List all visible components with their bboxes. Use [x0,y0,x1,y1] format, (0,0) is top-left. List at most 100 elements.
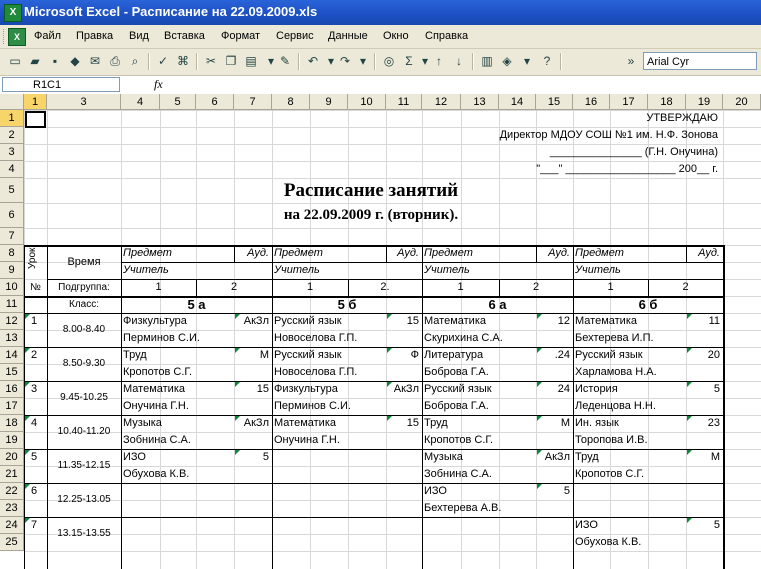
column-header[interactable]: 11 [386,94,422,110]
hyperlink-icon[interactable]: ◎ [380,52,398,70]
lesson-teacher: Обухова К.В. [575,536,642,548]
row-header[interactable]: 25 [0,534,24,551]
column-header[interactable]: 8 [272,94,310,110]
row-header[interactable]: 5 [0,178,24,203]
row-header[interactable]: 1 [0,110,24,127]
lesson-teacher [274,500,414,517]
column-header[interactable]: 17 [610,94,648,110]
column-header[interactable]: 1 [24,94,47,110]
print-icon[interactable]: ⎙ [106,52,124,70]
column-header[interactable]: 15 [536,94,573,110]
permission-icon[interactable]: ◆ [66,52,84,70]
column-header[interactable]: 19 [686,94,723,110]
column-header[interactable]: 10 [348,94,386,110]
format-painter-icon[interactable]: ✎ [276,52,294,70]
row-header[interactable]: 16 [0,381,24,398]
row-header[interactable]: 11 [0,296,24,313]
row-header[interactable]: 22 [0,483,24,500]
copy-icon[interactable]: ❐ [222,52,240,70]
undo-icon[interactable]: ↶ [304,52,322,70]
column-header[interactable]: 18 [648,94,686,110]
date-line: "___" __________________ 200__ г. [536,163,718,175]
column-header[interactable]: 4 [121,94,160,110]
lesson-room: М [560,417,570,429]
insert-function-icon[interactable]: fx [154,77,163,92]
row-header[interactable]: 18 [0,415,24,432]
email-icon[interactable]: ✉ [86,52,104,70]
column-header[interactable]: 7 [234,94,272,110]
menu-item[interactable]: Правка [76,30,113,42]
column-header[interactable]: 6 [196,94,234,110]
worksheet-grid[interactable]: 1 3 4 5 6 7 8 9 10 11 12 13 14 15 16 17 18 19 20 1 2 3 4 5 6 7 8 9 1… [0,94,761,569]
toolbar-separator [472,53,474,70]
paste-icon[interactable]: ▤ [242,52,260,70]
row-header[interactable]: 17 [0,398,24,415]
cut-icon[interactable]: ✂ [202,52,220,70]
lesson-room [332,449,419,466]
name-box[interactable]: R1C1 [2,77,120,92]
row-header[interactable]: 2 [0,127,24,144]
row-header[interactable]: 7 [0,228,24,245]
zoom-dropdown-icon[interactable]: ▾ [518,52,536,70]
menu-item[interactable]: Данные [328,30,368,42]
drawing-icon[interactable]: ◈ [498,52,516,70]
menu-item[interactable]: Файл [34,30,61,42]
new-document-icon[interactable]: ▭ [6,52,24,70]
column-header[interactable]: 13 [461,94,499,110]
row-header[interactable]: 4 [0,161,24,178]
font-name-box[interactable]: Arial Cyr [643,52,757,70]
chart-wizard-icon[interactable]: ▥ [478,52,496,70]
cell-comment-marker [25,382,30,387]
row-header[interactable]: 24 [0,517,24,534]
save-icon[interactable]: ▪ [46,52,64,70]
column-header[interactable]: 3 [47,94,121,110]
menu-item[interactable]: Справка [425,30,468,42]
row-header[interactable]: 13 [0,330,24,347]
row-header[interactable]: 6 [0,203,24,228]
help-icon[interactable]: ? [538,52,556,70]
row-header[interactable]: 21 [0,466,24,483]
column-header[interactable]: 5 [160,94,196,110]
column-header[interactable]: 16 [573,94,610,110]
row-header[interactable]: 15 [0,364,24,381]
row-header[interactable]: 9 [0,262,24,279]
lesson-room: М [259,349,269,361]
toolbar-options-icon[interactable]: » [622,52,640,70]
sort-descending-icon[interactable]: ↓ [450,52,468,70]
workbook-icon[interactable]: X [8,28,26,46]
row-header[interactable]: 12 [0,313,24,330]
row-header[interactable]: 19 [0,432,24,449]
menu-item[interactable]: Вставка [164,30,205,42]
row-header[interactable]: 23 [0,500,24,517]
row-header[interactable]: 14 [0,347,24,364]
column-header[interactable]: 9 [310,94,348,110]
schedule-title: Расписание занятий [283,180,459,201]
print-preview-icon[interactable]: ⌕ [126,52,144,70]
lesson-teacher [123,534,263,551]
open-folder-icon[interactable]: ▰ [26,52,44,70]
toolbar-grip[interactable] [3,29,7,44]
lesson-teacher: Перминов С.И. [123,332,200,344]
lesson-teacher: Боброва Г.А. [424,400,489,412]
redo-dropdown-icon[interactable]: ▾ [354,52,372,70]
menu-item[interactable]: Формат [221,30,260,42]
cell-comment-marker [25,416,30,421]
row-header[interactable]: 10 [0,279,24,296]
select-all-corner[interactable] [0,94,24,110]
column-header[interactable]: 20 [723,94,761,110]
spelling-icon[interactable]: ✓ [154,52,172,70]
row-header[interactable]: 3 [0,144,24,161]
menu-item[interactable]: Сервис [276,30,314,42]
menu-item[interactable]: Окно [383,30,409,42]
menu-item[interactable]: Вид [129,30,149,42]
sort-ascending-icon[interactable]: ↑ [430,52,448,70]
redo-icon[interactable]: ↷ [336,52,354,70]
lesson-time: 12.25-13.05 [57,494,111,505]
research-icon[interactable]: ⌘ [174,52,192,70]
director-text: Директор МДОУ СОШ №1 им. Н.Ф. Зонова [499,129,718,141]
active-cell[interactable] [25,111,46,128]
column-header[interactable]: 14 [499,94,536,110]
row-header[interactable]: 8 [0,245,24,262]
column-header[interactable]: 12 [422,94,461,110]
row-header[interactable]: 20 [0,449,24,466]
